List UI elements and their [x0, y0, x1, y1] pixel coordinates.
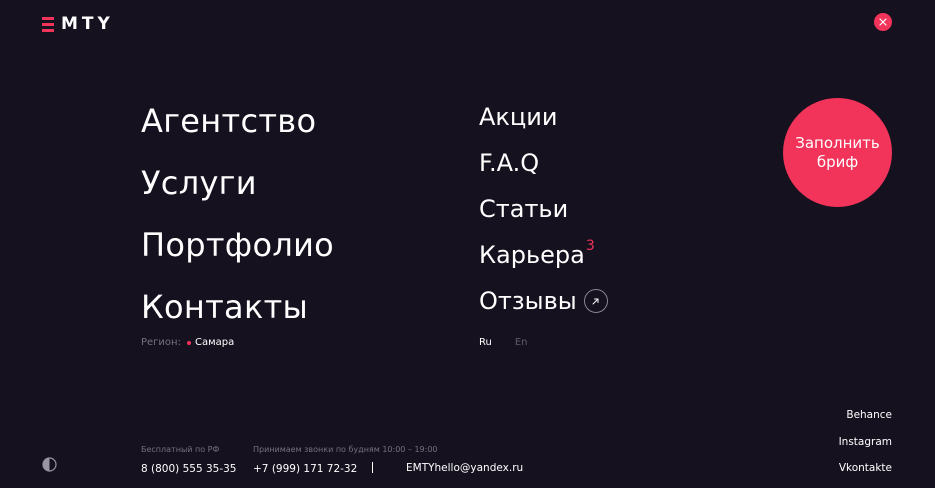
logo-text: MTY — [61, 14, 114, 34]
free-phone-caption: Бесплатный по РФ — [141, 445, 220, 454]
fill-brief-button[interactable]: Заполнить бриф — [783, 98, 892, 207]
nav-item-career[interactable]: Карьера 3 — [479, 232, 608, 278]
social-link-instagram[interactable]: Instagram — [839, 436, 892, 463]
region-dot-icon — [186, 340, 191, 345]
language-switcher: Ru En — [479, 337, 528, 348]
logo[interactable]: MTY — [42, 14, 114, 34]
nav-item-reviews[interactable]: Отзывы — [479, 278, 608, 324]
close-icon — [879, 18, 887, 26]
logo-mark-icon — [42, 16, 54, 32]
language-ru[interactable]: Ru — [479, 337, 492, 348]
nav-item-faq[interactable]: F.A.Q — [479, 140, 608, 186]
free-phone-block: Бесплатный по РФ 8 (800) 555 35-35 — [141, 445, 236, 475]
social-link-behance[interactable]: Behance — [839, 409, 892, 436]
contact-divider — [372, 462, 373, 473]
free-phone-link[interactable]: 8 (800) 555 35-35 — [141, 463, 236, 475]
arrow-up-right-icon — [583, 289, 608, 313]
social-link-vkontakte[interactable]: Vkontakte — [839, 462, 892, 488]
theme-toggle-icon[interactable] — [42, 457, 57, 472]
nav-item-promotions[interactable]: Акции — [479, 94, 608, 140]
nav-item-agency[interactable]: Агентство — [141, 90, 334, 152]
main-nav: Агентство Услуги Портфолио Контакты — [141, 90, 334, 338]
social-links: Behance Instagram Vkontakte — [839, 409, 892, 488]
nav-item-portfolio[interactable]: Портфолио — [141, 214, 334, 276]
close-button[interactable] — [874, 13, 892, 31]
career-count-badge: 3 — [585, 238, 595, 254]
language-en[interactable]: En — [515, 337, 528, 348]
region-value: Самара — [194, 337, 235, 348]
nav-item-contacts[interactable]: Контакты — [141, 276, 334, 338]
nav-item-career-label: Карьера — [479, 241, 585, 269]
nav-item-reviews-label: Отзывы — [479, 287, 577, 315]
fill-brief-label: Заполнить бриф — [795, 133, 880, 171]
email-link[interactable]: EMTYhello@yandex.ru — [406, 462, 523, 474]
region-selector[interactable]: Регион: Самара — [141, 337, 234, 348]
nav-item-services[interactable]: Услуги — [141, 152, 334, 214]
calls-hours-caption: Принимаем звонки по будням 10:00 – 19:00 — [253, 445, 438, 454]
secondary-nav: Акции F.A.Q Статьи Карьера 3 Отзывы — [479, 94, 608, 324]
region-label: Регион: — [141, 337, 181, 348]
